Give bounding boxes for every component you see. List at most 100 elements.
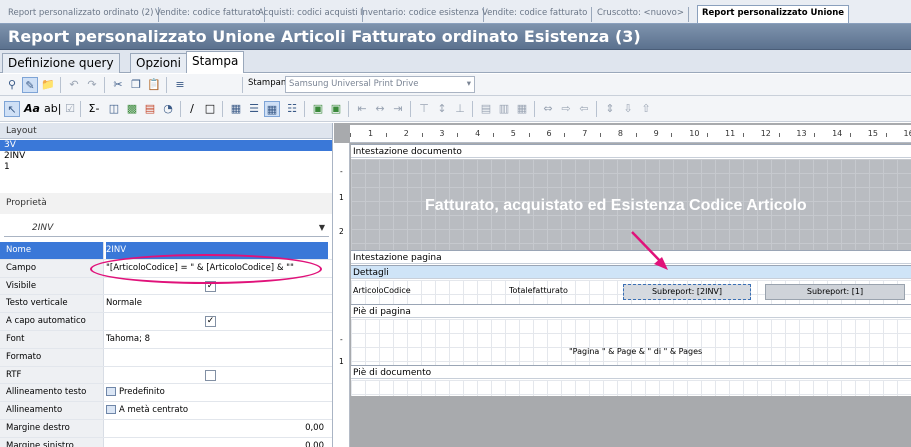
property-row[interactable]: Visibile ✓ — [0, 277, 332, 296]
property-row[interactable]: Allineamento A metà centrato — [0, 402, 332, 420]
field-page-number[interactable]: "Pagina " & Page & " di " & Pages — [569, 345, 702, 359]
property-value[interactable]: Tahoma; 8 — [106, 331, 328, 348]
band-page-header[interactable]: Intestazione pagina — [351, 250, 911, 264]
open-folder-icon[interactable]: 📁 — [40, 77, 56, 93]
v-decrease-icon[interactable]: ⇧ — [638, 101, 654, 117]
tab-opzioni[interactable]: Opzioni — [130, 53, 187, 73]
property-value[interactable]: "[ArticoloCodice] = " & [ArticoloCodice]… — [106, 260, 328, 277]
same-size-icon[interactable]: ▦ — [514, 101, 530, 117]
field-icon[interactable]: ◫ — [106, 101, 122, 117]
align-bottom-icon[interactable]: ⊥ — [452, 101, 468, 117]
align-middle-icon[interactable]: ↕ — [434, 101, 450, 117]
same-width-icon[interactable]: ▤ — [478, 101, 494, 117]
object-select[interactable]: 2INV ▼ — [4, 219, 329, 237]
property-value[interactable] — [106, 349, 328, 366]
tab-stampa[interactable]: Stampa — [186, 51, 245, 73]
layout-item-2inv[interactable]: 2INV — [0, 151, 332, 162]
property-value[interactable]: 2INV — [106, 242, 328, 259]
printer-select[interactable]: Samsung Universal Print Drive ▾ — [285, 76, 475, 93]
band-page-footer[interactable]: Piè di pagina — [351, 304, 911, 318]
property-row[interactable]: Allineamento testo Predefinito — [0, 384, 332, 403]
align-center-icon[interactable]: ↔ — [372, 101, 388, 117]
zoom-icon[interactable]: ⚲ — [4, 77, 20, 93]
property-value[interactable]: 0,00 — [106, 420, 328, 437]
redo-icon[interactable]: ↷ — [84, 77, 100, 93]
property-value[interactable]: A metà centrato — [106, 402, 328, 419]
banner-title[interactable]: Fatturato, acquistato ed Esistenza Codic… — [425, 197, 807, 215]
h-spacing-icon[interactable]: ⇔ — [540, 101, 556, 117]
field-totale-fatturato[interactable]: Totalefatturato — [509, 284, 568, 298]
pointer-icon[interactable]: ↖ — [4, 101, 20, 117]
field-articolo-codice[interactable]: ArticoloCodice — [353, 284, 411, 298]
doc-tab[interactable]: Inventario: codice esistenza — [356, 7, 485, 22]
doc-tab[interactable]: Vendite: codice fatturato — [151, 7, 266, 22]
edit-icon[interactable]: ✎ — [22, 77, 38, 93]
doc-tab[interactable]: Vendite: codice fatturato — [478, 7, 593, 22]
doc-tab[interactable]: Cruscotto: <nuovo> — [593, 7, 690, 22]
property-row[interactable]: Font Tahoma; 8 — [0, 330, 332, 349]
same-height-icon[interactable]: ▥ — [496, 101, 512, 117]
align-top-icon[interactable]: ⊤ — [416, 101, 432, 117]
ruler-number: 3 — [439, 129, 445, 138]
textbox-icon[interactable]: ab| — [44, 101, 61, 117]
layout-item-3v[interactable]: 3V — [0, 140, 332, 151]
left-panel: Layout 3V 2INV 1 Proprietà 2INV ▼ Nome 2I… — [0, 123, 333, 447]
align-left-icon[interactable]: ⇤ — [354, 101, 370, 117]
sum-icon[interactable]: Σ- — [84, 101, 104, 117]
band-doc-header[interactable]: Intestazione documento — [351, 144, 911, 158]
ruler-tick — [385, 133, 387, 137]
property-checkbox[interactable]: ✓ — [205, 280, 216, 292]
snap-icon[interactable]: ☷ — [284, 101, 300, 117]
doc-tab[interactable]: Report personalizzato ordinato (2) — [4, 7, 159, 22]
property-name: Visibile — [0, 277, 104, 295]
band-details[interactable]: Dettagli — [351, 265, 911, 279]
property-row[interactable]: A capo automatico ✓ — [0, 313, 332, 331]
line-icon[interactable]: ∕ — [184, 101, 200, 117]
property-row[interactable]: RTF — [0, 366, 332, 385]
send-back-icon[interactable]: ▣ — [328, 101, 344, 117]
align-right-icon[interactable]: ⇥ — [390, 101, 406, 117]
undo-icon[interactable]: ↶ — [66, 77, 82, 93]
image-icon[interactable]: ▩ — [124, 101, 140, 117]
property-value[interactable]: Normale — [106, 295, 328, 312]
property-row[interactable]: Nome 2INV — [0, 242, 332, 260]
checkbox-icon[interactable]: ☑ — [62, 101, 78, 117]
subreport-1[interactable]: Subreport: [1] — [765, 284, 905, 300]
property-checkbox[interactable] — [205, 369, 216, 381]
doc-tab[interactable]: Acquisti: codici acquisti — [254, 7, 363, 22]
bring-front-icon[interactable]: ▣ — [310, 101, 326, 117]
details-body[interactable]: ArticoloCodice Totalefatturato Subreport… — [351, 280, 911, 304]
list-view-icon[interactable]: ☰ — [246, 101, 262, 117]
property-row[interactable]: Margine sinistro 0,00 — [0, 437, 332, 447]
table-icon[interactable]: ▦ — [228, 101, 244, 117]
property-value[interactable]: Predefinito — [106, 384, 328, 401]
gauge-icon[interactable]: ◔ — [160, 101, 176, 117]
h-decrease-icon[interactable]: ⇦ — [576, 101, 592, 117]
band-doc-footer[interactable]: Piè di documento — [351, 365, 911, 379]
property-row[interactable]: Testo verticale Normale — [0, 295, 332, 314]
rectangle-icon[interactable]: □ — [202, 101, 218, 117]
chart-icon[interactable]: ▤ — [142, 101, 158, 117]
font-icon[interactable]: Aa — [24, 101, 40, 117]
h-increase-icon[interactable]: ⇨ — [558, 101, 574, 117]
property-checkbox[interactable]: ✓ — [205, 316, 216, 328]
paste-icon[interactable]: 📋 — [146, 77, 162, 93]
doc-header-body[interactable]: Fatturato, acquistato ed Esistenza Codic… — [351, 159, 911, 251]
copy-icon[interactable]: ❐ — [128, 77, 144, 93]
cut-icon[interactable]: ✂ — [110, 77, 126, 93]
page-footer-body[interactable]: "Pagina " & Page & " di " & Pages — [351, 319, 911, 365]
ruler-tick — [350, 133, 352, 137]
grid-icon[interactable]: ▦ — [264, 101, 280, 117]
layout-item-1[interactable]: 1 — [0, 162, 332, 173]
property-row[interactable]: Campo "[ArticoloCodice] = " & [ArticoloCo… — [0, 259, 332, 278]
doc-footer-body[interactable] — [351, 380, 911, 396]
list-icon[interactable]: ≡ — [172, 77, 188, 93]
v-spacing-icon[interactable]: ⇕ — [602, 101, 618, 117]
v-increase-icon[interactable]: ⇩ — [620, 101, 636, 117]
tab-definizione-query[interactable]: Definizione query — [2, 53, 120, 73]
doc-tab[interactable]: Report personalizzato Unione — [697, 5, 850, 23]
property-value[interactable]: 0,00 — [106, 438, 328, 447]
subreport-2inv[interactable]: Subreport: [2INV] — [623, 284, 751, 300]
property-row[interactable]: Margine destro 0,00 — [0, 419, 332, 438]
property-row[interactable]: Formato — [0, 348, 332, 367]
